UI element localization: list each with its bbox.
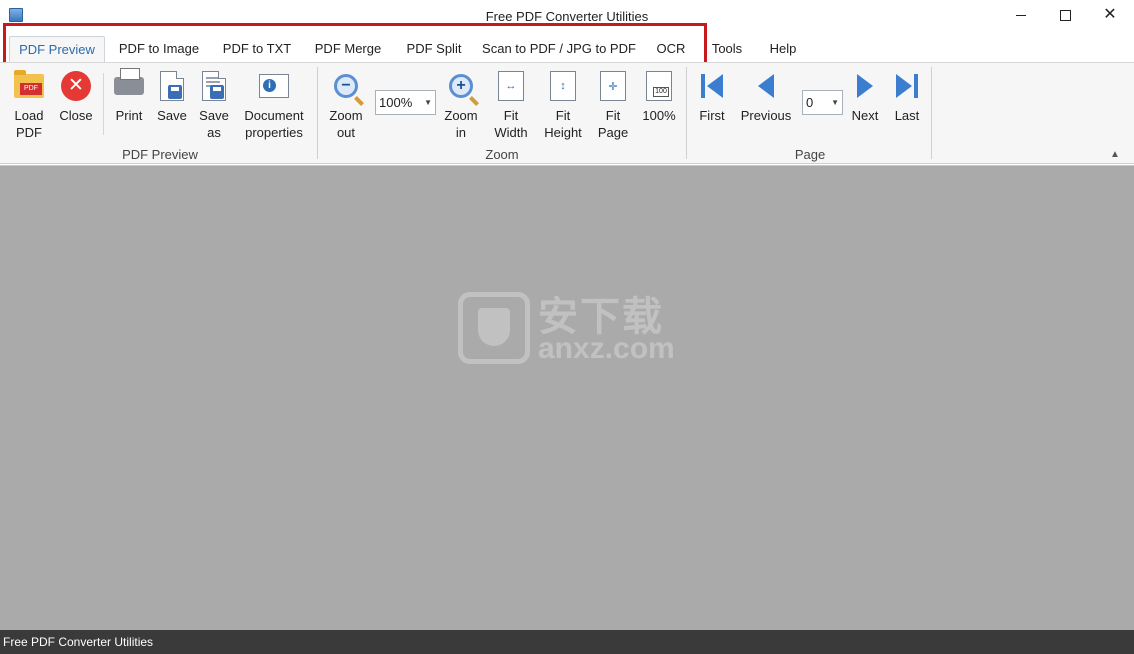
document-properties-button[interactable]: i Document properties xyxy=(241,69,307,141)
save-button[interactable]: Save xyxy=(154,69,190,124)
chevron-down-icon: ▼ xyxy=(831,98,839,107)
collapse-ribbon-icon[interactable]: ▲ xyxy=(1110,149,1120,160)
minimize-button[interactable] xyxy=(998,0,1044,30)
page-number-select[interactable]: 0 ▼ xyxy=(802,90,843,115)
group-label-pdf-preview: PDF Preview xyxy=(122,147,198,162)
zoom-out-icon: − xyxy=(329,69,363,103)
zoom-in-icon: + xyxy=(444,69,478,103)
window-title: Free PDF Converter Utilities xyxy=(485,9,649,24)
group-separator xyxy=(686,67,687,159)
maximize-icon xyxy=(1059,9,1071,21)
fit-width-icon: ↔ xyxy=(494,69,528,103)
fit-width-button[interactable]: ↔ Fit Width xyxy=(490,69,532,141)
fit-page-icon: ✛ xyxy=(596,69,630,103)
close-icon: ✕ xyxy=(1103,6,1117,23)
group-separator xyxy=(317,67,318,159)
group-label-zoom: Zoom xyxy=(485,147,519,162)
save-as-button[interactable]: Save as xyxy=(196,69,232,141)
actual-size-button[interactable]: 100 100% xyxy=(640,69,678,124)
previous-page-button[interactable]: Previous xyxy=(738,69,794,124)
load-pdf-button[interactable]: PDF Load PDF xyxy=(10,69,48,141)
zoom-level-select[interactable]: 100% ▼ xyxy=(375,90,436,115)
watermark-logo: 安下载 anxz.com xyxy=(458,284,675,368)
next-page-button[interactable]: Next xyxy=(848,69,882,124)
printer-icon xyxy=(112,68,146,103)
shield-icon xyxy=(478,308,510,346)
close-pdf-button[interactable]: ✕ Close xyxy=(57,69,95,124)
group-label-page: Page xyxy=(794,147,826,162)
print-button[interactable]: Print xyxy=(111,68,147,124)
save-icon xyxy=(155,69,189,103)
close-window-button[interactable]: ✕ xyxy=(1087,0,1133,30)
first-page-icon xyxy=(695,69,729,103)
zoom-in-button[interactable]: + Zoom in xyxy=(442,69,480,141)
separator xyxy=(103,73,104,135)
status-bar: Free PDF Converter Utilities xyxy=(0,630,1134,654)
last-page-icon xyxy=(890,69,924,103)
group-separator xyxy=(931,67,932,159)
close-circle-icon: ✕ xyxy=(59,69,93,103)
zoom-out-button[interactable]: − Zoom out xyxy=(327,69,365,141)
maximize-button[interactable] xyxy=(1042,0,1088,30)
folder-pdf-icon: PDF xyxy=(12,69,46,103)
info-icon: i xyxy=(257,69,291,103)
fit-height-button[interactable]: ↕ Fit Height xyxy=(540,69,586,141)
actual-size-icon: 100 xyxy=(642,69,676,103)
chevron-down-icon: ▼ xyxy=(424,98,432,107)
minimize-icon xyxy=(1016,14,1026,16)
previous-page-icon xyxy=(749,69,783,103)
save-as-icon xyxy=(197,69,231,103)
last-page-button[interactable]: Last xyxy=(890,69,924,124)
fit-page-button[interactable]: ✛ Fit Page xyxy=(594,69,632,141)
tab-help[interactable]: Help xyxy=(762,36,804,63)
next-page-icon xyxy=(848,69,882,103)
tab-tools[interactable]: Tools xyxy=(704,36,750,63)
first-page-button[interactable]: First xyxy=(694,69,730,124)
fit-height-icon: ↕ xyxy=(546,69,580,103)
ribbon: PDF Load PDF ✕ Close Print Save Save as i … xyxy=(0,62,1134,164)
document-viewer[interactable]: 安下载 anxz.com xyxy=(0,165,1134,630)
